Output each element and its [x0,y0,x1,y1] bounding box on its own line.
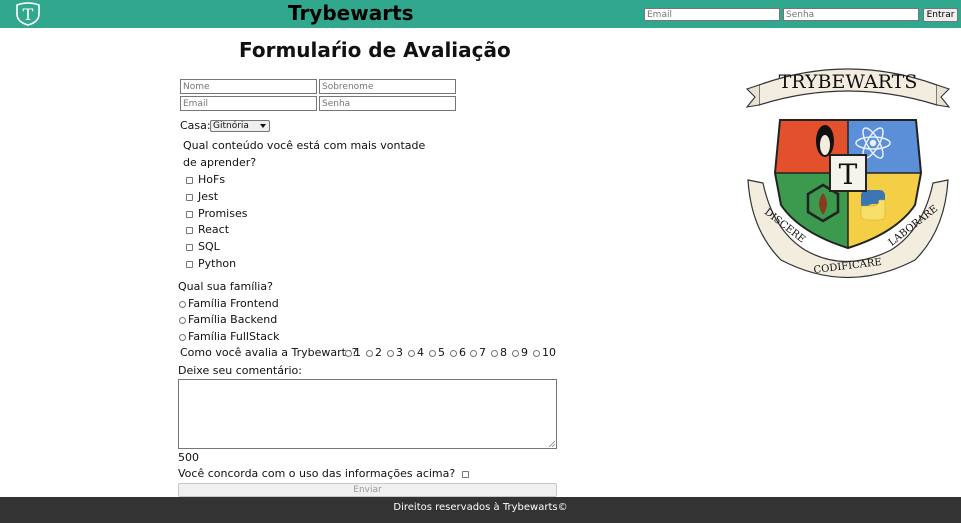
footer-text: Direitos reservados à Trybewarts© [393,502,568,513]
rating-option[interactable]: 4 [408,346,424,359]
radio-button[interactable] [491,349,498,357]
rating-option[interactable]: 3 [387,346,403,359]
radio-button[interactable] [366,349,373,357]
subject-option[interactable]: Promises [186,207,247,220]
content-question-line1: Qual conteúdo você está com mais vontade [183,139,426,152]
header-title: Trybewarts [288,1,414,25]
rating-option[interactable]: 7 [470,346,486,359]
form-title: Formulaŕio de Avaliação [239,38,511,62]
family-option[interactable]: Família Frontend [179,297,279,310]
page-footer: Direitos reservados à Trybewarts© [0,497,961,523]
svg-text:T: T [23,5,34,24]
checkbox[interactable] [186,210,193,218]
rating-option[interactable]: 10 [533,346,556,359]
rating-label: Como você avalia a Trybewarts? [180,346,358,359]
radio-button[interactable] [387,349,394,357]
radio-button[interactable] [179,300,186,308]
rating-option[interactable]: 8 [491,346,507,359]
comment-textarea[interactable] [178,379,557,449]
radio-button[interactable] [179,333,186,341]
crest-banner-text: TRYBEWARTS [779,71,918,93]
subject-option[interactable]: Jest [186,190,218,203]
house-select[interactable]: Gitnória [210,120,270,132]
chevron-down-icon [260,124,266,128]
radio-button[interactable] [179,316,186,324]
top-header: T Trybewarts Entrar [0,0,961,28]
subject-option[interactable]: HoFs [186,173,225,186]
checkbox[interactable] [186,193,193,201]
login-email-input[interactable] [644,8,780,21]
rating-option[interactable]: 2 [366,346,382,359]
agreement-row[interactable]: Você concorda com o uso das informações … [178,467,474,480]
agreement-checkbox[interactable] [461,470,469,478]
last-name-input[interactable] [319,79,456,94]
login-password-input[interactable] [783,8,919,21]
subject-option[interactable]: SQL [186,240,220,253]
radio-button[interactable] [512,349,519,357]
subject-option[interactable]: React [186,223,229,236]
linux-penguin-icon [816,125,834,157]
house-label: Casa: [180,119,211,132]
crest-center-letter: T [839,158,858,191]
resize-grip-icon[interactable] [549,441,555,447]
rating-option[interactable]: 5 [429,346,445,359]
family-option[interactable]: Família FullStack [179,330,279,343]
trybewarts-logo-icon: T [16,2,40,26]
family-question: Qual sua família? [178,280,273,293]
char-counter: 500 [178,451,199,464]
radio-button[interactable] [470,349,477,357]
checkbox[interactable] [186,226,193,234]
house-select-value: Gitnória [213,121,249,131]
rating-option[interactable]: 9 [512,346,528,359]
family-option[interactable]: Família Backend [179,313,277,326]
radio-button[interactable] [345,349,352,357]
login-button[interactable]: Entrar [923,8,958,22]
radio-button[interactable] [450,349,457,357]
radio-button[interactable] [429,349,436,357]
rating-option[interactable]: 1 [345,346,361,359]
agreement-label: Você concorda com o uso das informações … [178,467,456,480]
subject-option[interactable]: Python [186,257,236,270]
checkbox[interactable] [186,260,193,268]
trybewarts-crest-image: TRYBEWARTS T DISCERE CODIFICARE LABORARE [745,68,951,278]
submit-button[interactable]: Enviar [178,483,557,497]
radio-button[interactable] [533,349,540,357]
house-text-input[interactable] [319,96,456,111]
email-input[interactable] [180,96,317,111]
rating-option[interactable]: 6 [450,346,466,359]
content-question-line2: de aprender? [183,156,257,169]
checkbox[interactable] [186,176,193,184]
radio-button[interactable] [408,349,415,357]
comment-label: Deixe seu comentário: [178,364,302,377]
checkbox[interactable] [186,243,193,251]
first-name-input[interactable] [180,79,317,94]
